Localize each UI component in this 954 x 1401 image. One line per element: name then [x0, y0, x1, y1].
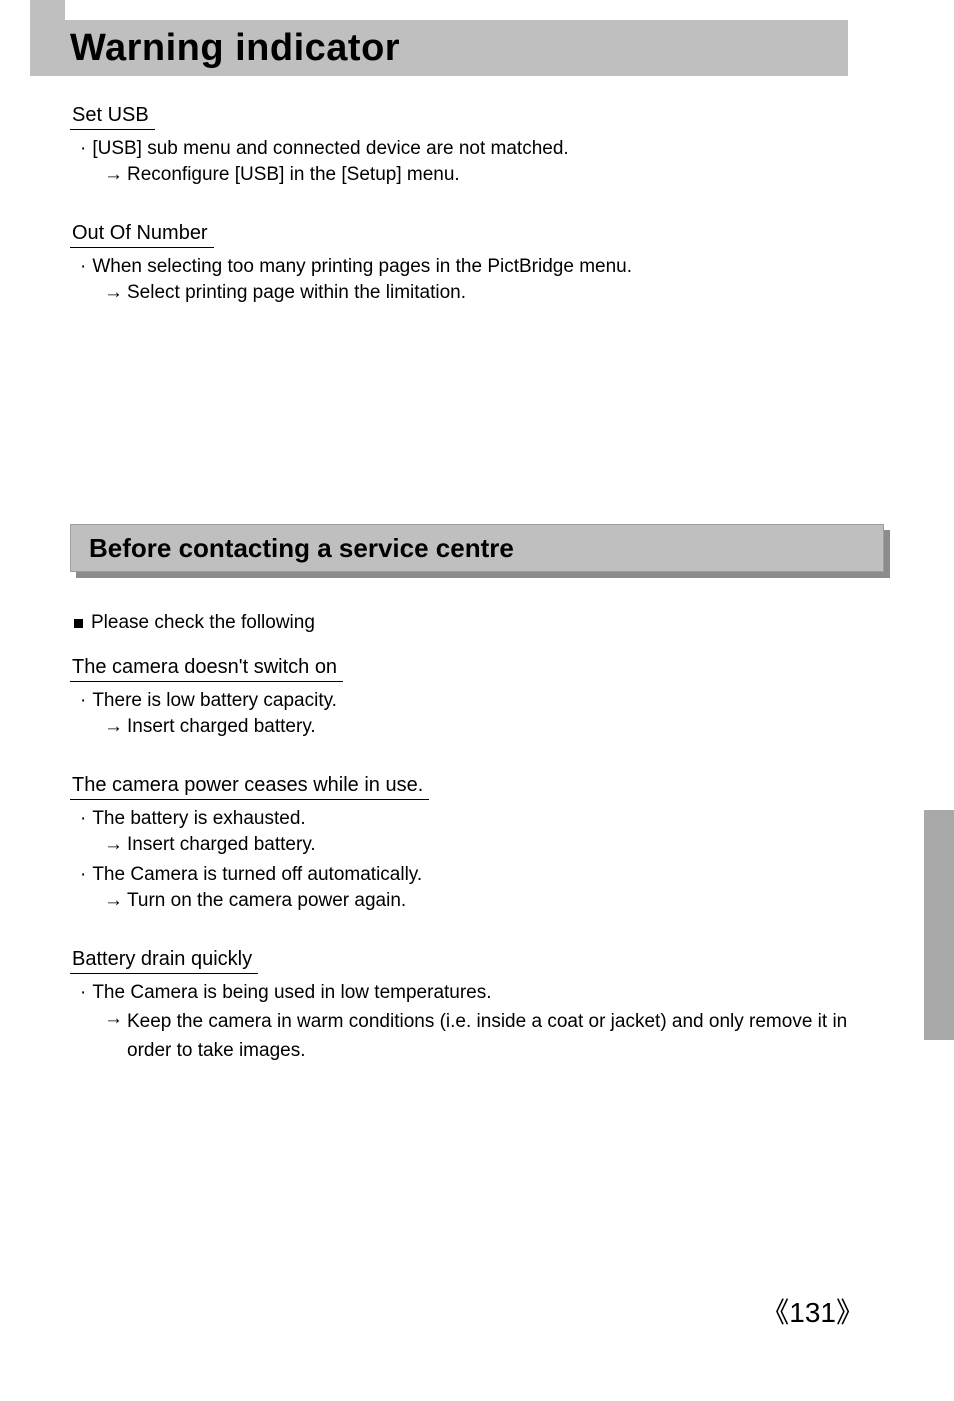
remedy-text: Select printing page within the limitati…: [127, 282, 466, 304]
arrow-icon: →: [104, 164, 123, 186]
bullet-square-icon: [74, 619, 83, 628]
manual-page: Warning indicator Set USB [USB] sub menu…: [0, 0, 954, 1401]
cause-text: The battery is exhausted.: [80, 808, 884, 830]
subheading-box: Before contacting a service centre: [70, 524, 884, 572]
cause-text: When selecting too many printing pages i…: [80, 256, 884, 278]
subheading: Before contacting a service centre: [70, 524, 884, 572]
remedy-line: → Select printing page within the limita…: [104, 282, 884, 304]
arrow-icon: →: [104, 1008, 123, 1030]
section-label: The camera power ceases while in use.: [70, 774, 429, 800]
side-tab: [924, 810, 954, 1040]
remedy-line: → Keep the camera in warm conditions (i.…: [104, 1008, 884, 1065]
intro-line: Please check the following: [74, 612, 884, 634]
page-title: Warning indicator: [70, 27, 400, 70]
section-label: Set USB: [70, 104, 155, 130]
remedy-text: Insert charged battery.: [127, 716, 316, 738]
page-content: Set USB [USB] sub menu and connected dev…: [70, 100, 884, 1067]
page-number-suffix: 》: [836, 1297, 864, 1328]
remedy-text: Keep the camera in warm conditions (i.e.…: [127, 1008, 884, 1065]
cause-text: There is low battery capacity.: [80, 690, 884, 712]
section-label: The camera doesn't switch on: [70, 656, 343, 682]
remedy-text: Insert charged battery.: [127, 834, 316, 856]
arrow-icon: →: [104, 834, 123, 856]
troubleshoot-section: The camera power ceases while in use. Th…: [70, 770, 884, 912]
remedy-line: → Turn on the camera power again.: [104, 890, 884, 912]
section-label: Out Of Number: [70, 222, 214, 248]
troubleshoot-section: Battery drain quickly The Camera is bein…: [70, 944, 884, 1065]
warning-section: Set USB [USB] sub menu and connected dev…: [70, 100, 884, 186]
page-title-band: Warning indicator: [30, 20, 848, 76]
remedy-line: → Insert charged battery.: [104, 834, 884, 856]
arrow-icon: →: [104, 716, 123, 738]
remedy-line: → Insert charged battery.: [104, 716, 884, 738]
page-number: 《131》: [761, 1291, 864, 1331]
cause-text: The Camera is being used in low temperat…: [80, 982, 884, 1004]
intro-text: Please check the following: [91, 612, 315, 634]
page-number-prefix: 《: [761, 1297, 789, 1328]
section-label: Battery drain quickly: [70, 948, 258, 974]
troubleshoot-section: The camera doesn't switch on There is lo…: [70, 652, 884, 738]
page-number-value: 131: [789, 1297, 836, 1328]
remedy-text: Reconfigure [USB] in the [Setup] menu.: [127, 164, 460, 186]
arrow-icon: →: [104, 282, 123, 304]
cause-text: [USB] sub menu and connected device are …: [80, 138, 884, 160]
remedy-line: → Reconfigure [USB] in the [Setup] menu.: [104, 164, 884, 186]
arrow-icon: →: [104, 890, 123, 912]
warning-section: Out Of Number When selecting too many pr…: [70, 218, 884, 304]
cause-text: The Camera is turned off automatically.: [80, 864, 884, 886]
remedy-text: Turn on the camera power again.: [127, 890, 406, 912]
